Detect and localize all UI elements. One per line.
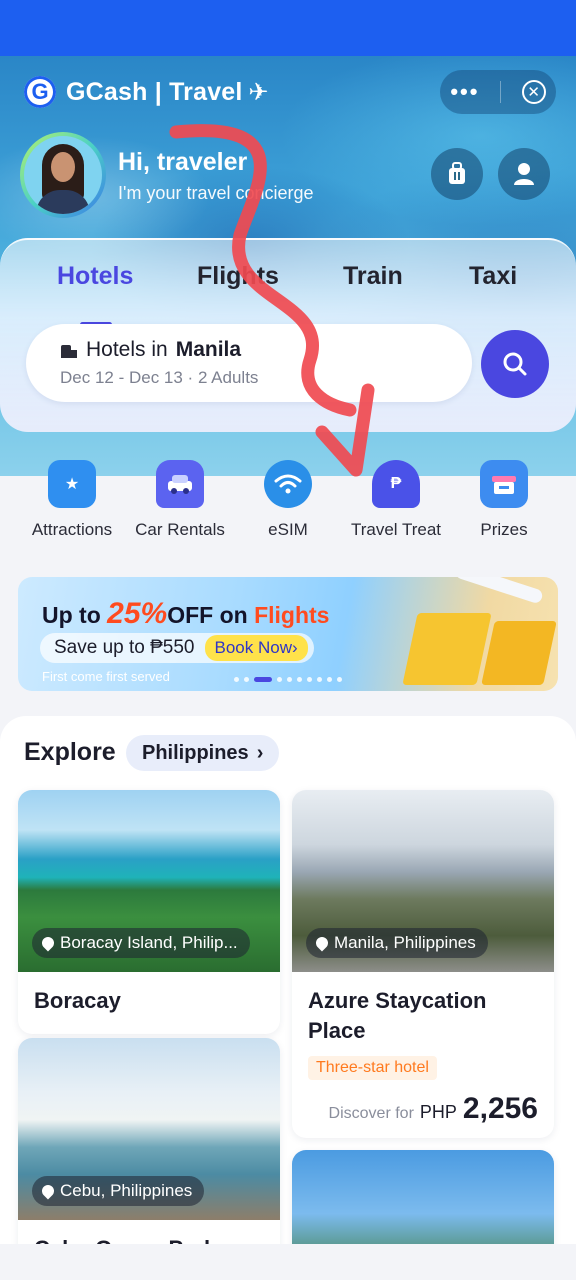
close-icon[interactable]: ✕	[521, 80, 546, 104]
destination-name: Azure Staycation Place	[308, 988, 487, 1043]
quick-label: Attractions	[31, 520, 113, 539]
chevron-right-icon: ›	[256, 741, 264, 764]
tab-flights[interactable]: Flights	[197, 262, 279, 291]
booking-card: Hotels Flights Train Taxi Hotels in Mani…	[0, 238, 576, 432]
treat-icon: ₱	[372, 460, 420, 508]
explore-title: Explore	[24, 738, 116, 766]
destination-card[interactable]: Cebu, Philippines Cebu Ocean Park	[18, 1038, 280, 1278]
banner-title: Up to 25%OFF on Flights	[42, 597, 330, 630]
hotel-class-tag: Three-star hotel	[308, 1056, 437, 1080]
quick-esim[interactable]: eSIM	[233, 460, 343, 540]
greeting: Hi, traveler I'm your travel concierge	[118, 148, 314, 204]
luggage-button[interactable]	[431, 148, 483, 200]
wifi-icon	[264, 460, 312, 508]
greeting-subtitle: I'm your travel concierge	[118, 183, 314, 203]
beach-chair-illustration	[481, 621, 557, 685]
search-button[interactable]	[481, 330, 549, 398]
tab-hotels[interactable]: Hotels	[57, 262, 133, 291]
tab-train[interactable]: Train	[343, 262, 403, 291]
destination-card[interactable]: Boracay Island, Philip... Boracay	[18, 790, 280, 1034]
carousel-indicator	[234, 677, 342, 682]
destination-card[interactable]: Manila, Philippines Azure Staycation Pla…	[292, 790, 554, 1138]
avatar-photo	[24, 136, 102, 214]
search-prefix: Hotels in	[86, 338, 168, 361]
greeting-title: Hi, traveler	[118, 148, 248, 176]
brand-logo: G GCash | Travel ✈	[24, 76, 269, 108]
tab-taxi[interactable]: Taxi	[469, 262, 517, 291]
book-now-button[interactable]: Book Now›	[204, 635, 308, 661]
quick-label: Prizes	[480, 520, 528, 539]
destination-image: Manila, Philippines	[292, 790, 554, 972]
quick-label: Car Rentals	[135, 520, 225, 539]
quick-travel-treat[interactable]: ₱ Travel Treat	[341, 460, 451, 540]
more-dots-icon[interactable]: •••	[450, 79, 479, 105]
bottom-edge	[0, 1244, 576, 1280]
explore-location: Philippines	[142, 741, 249, 764]
search-destination: Hotels in Manila	[60, 338, 241, 362]
pin-icon	[313, 934, 331, 952]
quick-car-rentals[interactable]: Car Rentals	[125, 460, 235, 540]
quick-actions: ★ Attractions Car Rentals eSIM ₱ Travel …	[0, 460, 576, 560]
quick-attractions[interactable]: ★ Attractions	[17, 460, 127, 540]
profile-button[interactable]	[498, 148, 550, 200]
status-bar	[0, 0, 576, 56]
search-city: Manila	[175, 338, 242, 361]
location-pin-label: Cebu, Philippines	[32, 1176, 205, 1206]
destination-image: Boracay Island, Philip...	[18, 790, 280, 972]
banner-save: Save up to ₱550	[54, 637, 195, 658]
search-dates: Dec 12 - Dec 13 · 2 Adults	[60, 368, 259, 387]
banner-note: First come first served	[42, 669, 170, 684]
explore-location-chip[interactable]: Philippines ›	[126, 735, 280, 771]
hero-header: G GCash | Travel ✈ ••• ✕ Hi, traveler I'…	[0, 56, 576, 476]
pin-icon	[39, 1182, 57, 1200]
gcash-logo-icon: G	[24, 76, 56, 108]
plane-illustration	[454, 577, 544, 605]
user-icon	[514, 163, 534, 185]
quick-prizes[interactable]: Prizes	[449, 460, 559, 540]
location-pin-label: Boracay Island, Philip...	[32, 928, 250, 958]
destination-image: Cebu, Philippines	[18, 1038, 280, 1220]
booking-tabs: Hotels Flights Train Taxi	[0, 262, 576, 327]
location-pin-label: Manila, Philippines	[306, 928, 488, 958]
quick-label: Travel Treat	[350, 520, 442, 539]
destination-name: Boracay	[34, 988, 121, 1013]
plane-icon: ✈	[248, 78, 269, 106]
promo-banner[interactable]: Up to 25%OFF on Flights Save up to ₱550 …	[18, 577, 558, 691]
capsule-divider	[500, 81, 502, 103]
gift-icon	[480, 460, 528, 508]
car-icon	[156, 460, 204, 508]
banner-save-pill: Save up to ₱550 Book Now›	[40, 633, 314, 663]
beach-chair-illustration	[402, 613, 492, 685]
avatar[interactable]	[20, 132, 106, 218]
brand-title: GCash | Travel	[66, 77, 243, 106]
mini-program-capsule: ••• ✕	[440, 70, 556, 114]
quick-label: eSIM	[268, 520, 308, 539]
luggage-icon	[449, 162, 465, 184]
attractions-icon: ★	[48, 460, 96, 508]
price: Discover for PHP 2,256	[328, 1092, 538, 1125]
hotel-icon	[60, 341, 78, 359]
hotel-search-field[interactable]: Hotels in Manila Dec 12 - Dec 13 · 2 Adu…	[26, 324, 472, 402]
pin-icon	[39, 934, 57, 952]
explore-section: Explore Philippines › Boracay Island, Ph…	[0, 716, 576, 1280]
search-icon	[503, 352, 527, 376]
